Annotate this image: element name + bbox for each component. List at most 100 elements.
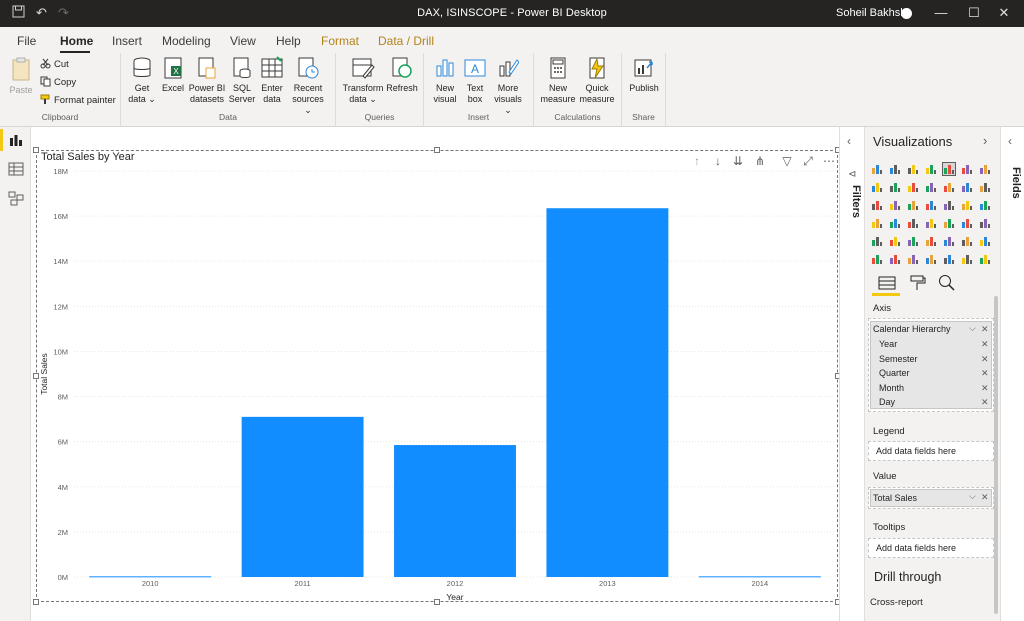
- visual-type-icon[interactable]: [925, 235, 937, 247]
- bar-2010[interactable]: [89, 576, 212, 578]
- remove-level-icon[interactable]: ✕: [981, 383, 989, 394]
- axis-level-quarter[interactable]: Quarter: [879, 368, 910, 378]
- visual-type-icon[interactable]: [943, 253, 955, 265]
- visual-type-icon[interactable]: [907, 253, 919, 265]
- fields-pane-collapsed[interactable]: ‹ Fields: [1000, 127, 1024, 621]
- visual-type-icon[interactable]: [961, 217, 973, 229]
- remove-level-icon[interactable]: ✕: [981, 339, 989, 350]
- visual-type-icon[interactable]: [961, 235, 973, 247]
- chevron-down-icon[interactable]: ⌵: [969, 323, 976, 334]
- visual-type-icon[interactable]: [961, 199, 973, 211]
- visual-type-icon[interactable]: [889, 253, 901, 265]
- filters-pane-collapsed[interactable]: ‹ ⊲ Filters: [839, 127, 864, 621]
- axis-level-year[interactable]: Year: [879, 339, 897, 349]
- visual-type-icon[interactable]: [889, 235, 901, 247]
- bar-2014[interactable]: [698, 576, 821, 578]
- y-tick-label: 12M: [53, 302, 68, 311]
- y-tick-label: 4M: [58, 483, 68, 492]
- chevron-down-icon[interactable]: ⌵: [969, 491, 976, 502]
- fields-well-icon: [878, 276, 896, 290]
- visual-type-icon[interactable]: [925, 199, 937, 211]
- value-well-label: Value: [873, 471, 897, 482]
- x-tick-label: 2012: [447, 579, 464, 588]
- y-tick-label: 6M: [58, 438, 68, 447]
- fields-tab[interactable]: [872, 273, 900, 296]
- axis-level-day[interactable]: Day: [879, 397, 895, 407]
- visual-type-icon[interactable]: [925, 181, 937, 193]
- analytics-magnifier-icon[interactable]: [938, 274, 956, 292]
- value-field-name: Total Sales: [873, 493, 918, 503]
- visual-type-icon[interactable]: [979, 181, 991, 193]
- visual-type-icon[interactable]: [961, 163, 973, 175]
- remove-field-icon[interactable]: ✕: [981, 492, 989, 503]
- pane-scrollbar[interactable]: [994, 296, 998, 614]
- y-tick-label: 8M: [58, 393, 68, 402]
- visual-type-icon[interactable]: [979, 253, 991, 265]
- visual-type-icon[interactable]: [907, 181, 919, 193]
- axis-field-name: Calendar Hierarchy: [873, 324, 951, 334]
- x-tick-label: 2010: [142, 579, 159, 588]
- visual-type-icon[interactable]: [871, 217, 883, 229]
- y-tick-label: 0M: [58, 573, 68, 582]
- visual-type-icon[interactable]: [979, 163, 991, 175]
- tooltips-well-label: Tooltips: [873, 522, 906, 533]
- chevron-left-icon[interactable]: ‹: [847, 134, 851, 148]
- fields-label: Fields: [1010, 167, 1022, 199]
- x-axis-label: Year: [446, 592, 463, 602]
- chevron-left-icon[interactable]: ‹: [1008, 134, 1012, 148]
- visual-type-icon[interactable]: [979, 199, 991, 211]
- visual-type-icon[interactable]: [943, 235, 955, 247]
- visual-type-icon[interactable]: [907, 235, 919, 247]
- visual-type-icon[interactable]: [889, 217, 901, 229]
- visual-type-icon[interactable]: [889, 163, 901, 175]
- axis-well-label: Axis: [873, 303, 891, 314]
- visual-type-icon[interactable]: [871, 181, 883, 193]
- visual-type-icon[interactable]: [907, 199, 919, 211]
- bar-2012[interactable]: [394, 445, 516, 577]
- visual-type-icon[interactable]: [925, 163, 937, 175]
- y-tick-label: 14M: [53, 257, 68, 266]
- axis-level-semester[interactable]: Semester: [879, 354, 918, 364]
- format-paint-roller-icon[interactable]: [909, 275, 927, 291]
- axis-level-month[interactable]: Month: [879, 383, 904, 393]
- y-tick-label: 10M: [53, 347, 68, 356]
- visual-type-icon[interactable]: [907, 217, 919, 229]
- visual-type-icon[interactable]: [943, 181, 955, 193]
- axis-field-card[interactable]: [870, 321, 992, 409]
- filter-funnel-icon: ⊲: [848, 169, 857, 180]
- legend-well[interactable]: Add data fields here: [868, 441, 994, 461]
- active-tab-indicator: [872, 293, 900, 296]
- visual-type-icon[interactable]: [943, 199, 955, 211]
- chevron-right-icon[interactable]: ›: [983, 133, 987, 148]
- visual-type-icon[interactable]: [871, 253, 883, 265]
- visual-type-icon[interactable]: [871, 235, 883, 247]
- visual-type-icon[interactable]: [871, 163, 883, 175]
- remove-field-icon[interactable]: ✕: [981, 324, 989, 335]
- legend-well-label: Legend: [873, 426, 905, 437]
- x-tick-label: 2011: [295, 579, 311, 588]
- visual-type-icon[interactable]: [889, 199, 901, 211]
- visualizations-title: Visualizations: [873, 134, 953, 149]
- visual-type-icon[interactable]: [889, 181, 901, 193]
- drill-through-heading: Drill through: [874, 570, 942, 584]
- visual-type-icon[interactable]: [961, 253, 973, 265]
- y-tick-label: 18M: [53, 167, 68, 176]
- visual-type-icon[interactable]: [942, 162, 956, 176]
- remove-level-icon[interactable]: ✕: [981, 397, 989, 408]
- visual-type-icon[interactable]: [871, 199, 883, 211]
- visual-type-icon[interactable]: [979, 217, 991, 229]
- visual-type-icon[interactable]: [907, 163, 919, 175]
- visual-type-icon[interactable]: [979, 235, 991, 247]
- y-tick-label: 16M: [53, 212, 68, 221]
- visual-type-icon[interactable]: [925, 253, 937, 265]
- visual-type-icon[interactable]: [925, 217, 937, 229]
- remove-level-icon[interactable]: ✕: [981, 354, 989, 365]
- visual-type-icon[interactable]: [943, 217, 955, 229]
- cross-report-label: Cross-report: [870, 597, 923, 608]
- bar-2011[interactable]: [241, 416, 364, 577]
- remove-level-icon[interactable]: ✕: [981, 368, 989, 379]
- filters-label: Filters: [850, 185, 862, 219]
- visual-type-icon[interactable]: [961, 181, 973, 193]
- tooltips-well[interactable]: Add data fields here: [868, 538, 994, 558]
- bar-2013[interactable]: [546, 208, 669, 577]
